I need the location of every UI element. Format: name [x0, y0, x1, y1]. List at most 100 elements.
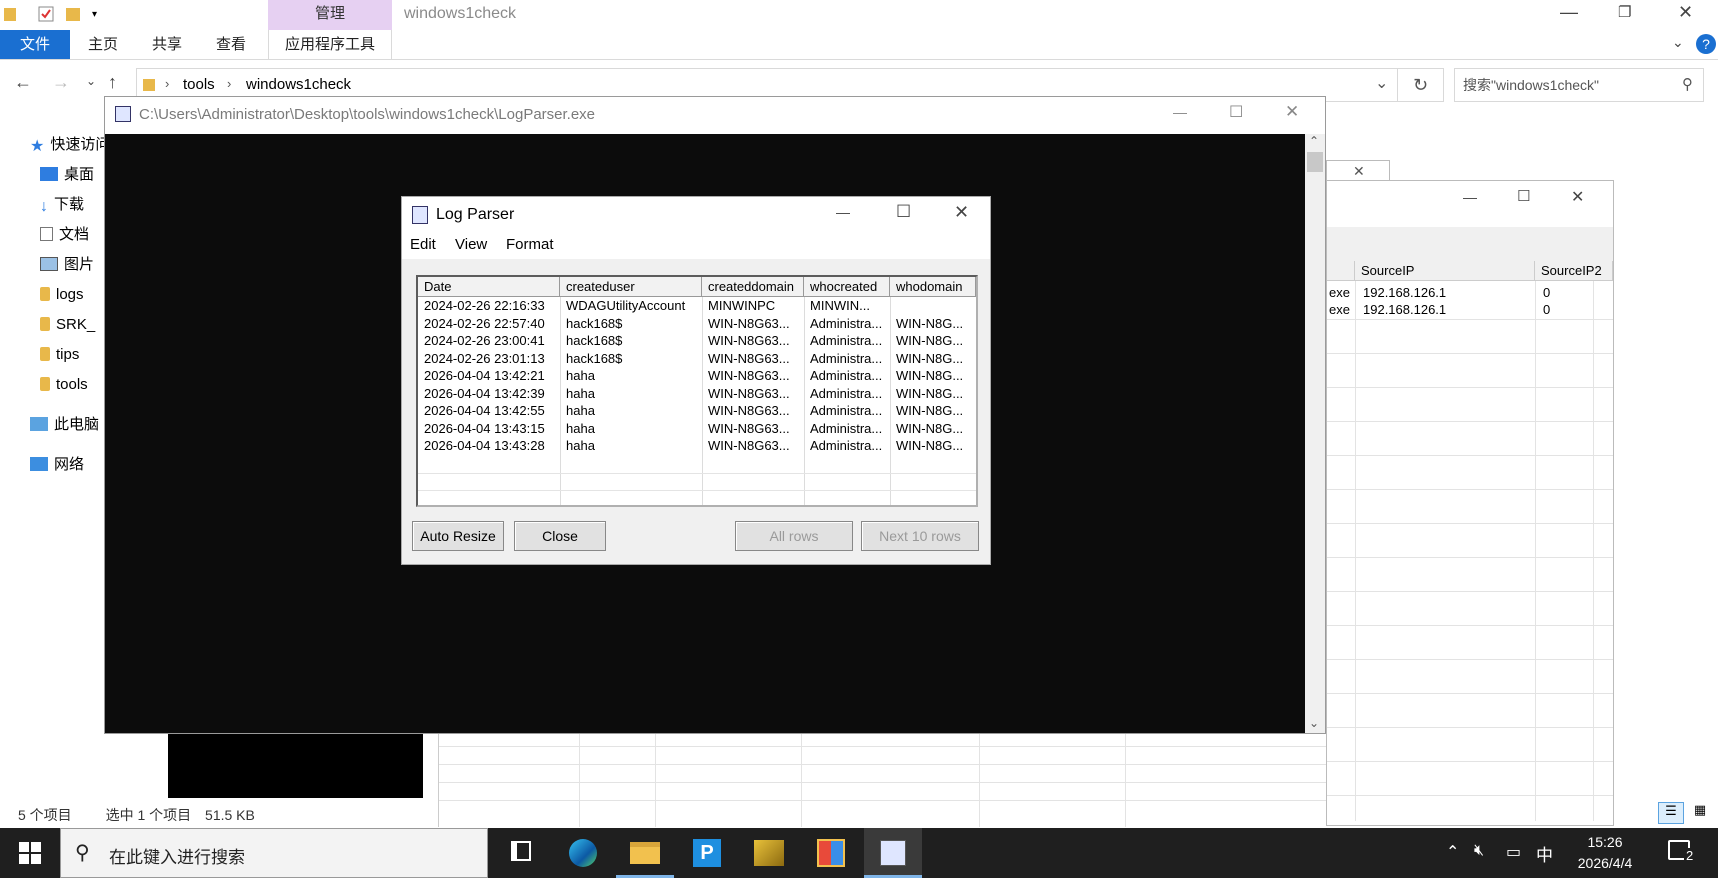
close-icon[interactable]: ✕	[1353, 163, 1365, 180]
ime-indicator[interactable]: 中	[1536, 841, 1553, 866]
minimize-icon[interactable]: —	[836, 204, 850, 220]
address-dropdown-icon[interactable]: ⌄	[1375, 73, 1388, 93]
system-clock[interactable]: 15:26 2026/4/4	[1560, 832, 1650, 874]
app-icon	[115, 106, 131, 122]
chevron-right-icon: ›	[227, 76, 232, 91]
selected-count: 选中 1 个项目	[105, 807, 192, 823]
table-row[interactable]: 2026-04-04 13:43:28 haha WIN-N8G63... Admin…	[418, 437, 976, 455]
tab-home[interactable]: 主页	[74, 30, 132, 59]
breadcrumb-current[interactable]: windows1check	[246, 76, 351, 93]
column-header[interactable]	[1327, 261, 1355, 281]
network-status-icon[interactable]: ▭	[1506, 842, 1521, 862]
taskbar-search-input[interactable]: ⚲ 在此键入进行搜索	[60, 828, 488, 878]
edge-taskbar-button[interactable]	[554, 828, 612, 878]
column-header-whocreated[interactable]: whocreated	[804, 277, 890, 297]
show-hidden-icons-icon[interactable]: ⌃	[1446, 842, 1459, 862]
restore-icon[interactable]: ❐	[1618, 3, 1631, 21]
recent-dropdown-icon[interactable]: ⌄	[86, 74, 96, 88]
help-icon[interactable]: ?	[1696, 34, 1716, 54]
close-icon[interactable]: ✕	[1571, 187, 1584, 207]
logparser-taskbar-button[interactable]	[864, 828, 922, 878]
gold-app-taskbar-button[interactable]	[740, 828, 798, 878]
chevron-right-icon: ›	[165, 76, 170, 91]
table-cell: 2026-04-04 13:42:55	[424, 403, 545, 418]
column-header-createddomain[interactable]: createddomain	[702, 277, 804, 297]
close-icon[interactable]: ✕	[1678, 2, 1693, 23]
customize-qat-icon[interactable]: ▾	[92, 9, 97, 20]
all-rows-button[interactable]: All rows	[735, 521, 853, 551]
computer-icon	[30, 417, 48, 431]
column-header-sourceip[interactable]: SourceIP	[1355, 261, 1535, 281]
menu-view[interactable]: View	[455, 236, 487, 253]
table-row[interactable]: 2024-02-26 23:00:41 hack168$ WIN-N8G63... A…	[418, 332, 976, 350]
column-header-date[interactable]: Date	[418, 277, 560, 297]
table-row[interactable]: 2024-02-26 22:16:33 WDAGUtilityAccount MIN…	[418, 297, 976, 315]
file-explorer-icon	[630, 842, 660, 864]
column-header-sourceip2[interactable]: SourceIP2	[1535, 261, 1613, 281]
details-view-icon[interactable]: ☰	[1658, 802, 1684, 824]
forward-arrow-icon[interactable]: →	[52, 72, 70, 93]
minimize-icon[interactable]: —	[1173, 104, 1187, 120]
breadcrumb-tools[interactable]: tools	[183, 76, 215, 93]
scroll-down-icon[interactable]: ⌄	[1309, 716, 1319, 730]
scroll-up-icon[interactable]: ⌃	[1309, 134, 1319, 148]
pictures-icon	[40, 257, 58, 271]
console-scrollbar[interactable]: ⌃ ⌄	[1305, 134, 1325, 733]
maximize-icon[interactable]: ☐	[1517, 187, 1530, 205]
selected-size: 51.5 KB	[205, 807, 255, 823]
folder-icon[interactable]	[4, 6, 16, 25]
tab-file[interactable]: 文件	[0, 30, 70, 59]
maximize-icon[interactable]: ☐	[896, 202, 911, 222]
close-button[interactable]: Close	[514, 521, 606, 551]
table-cell: Administra...	[810, 385, 883, 401]
menu-bar: Edit View Format	[402, 233, 990, 259]
close-icon[interactable]: ✕	[954, 202, 969, 223]
control-panel-taskbar-button[interactable]	[802, 828, 860, 878]
tab-view[interactable]: 查看	[202, 30, 260, 59]
minimize-icon[interactable]: —	[1560, 2, 1578, 23]
back-arrow-icon[interactable]: ←	[14, 72, 32, 93]
dialog-title: Log Parser	[436, 206, 515, 223]
refresh-button[interactable]: ↻	[1398, 68, 1444, 102]
file-explorer-taskbar-button[interactable]	[616, 828, 674, 878]
next-rows-button[interactable]: Next 10 rows	[861, 521, 979, 551]
task-view-button[interactable]	[492, 828, 550, 878]
table-cell: WIN-N8G...	[896, 438, 964, 453]
p-app-taskbar-button[interactable]: P	[678, 828, 736, 878]
table-row[interactable]: 2026-04-04 13:43:15 haha WIN-N8G63... Admin…	[418, 420, 976, 438]
console-title-bar[interactable]: C:\Users\Administrator\Desktop\tools\win…	[105, 97, 1325, 133]
tab-manage[interactable]: 管理	[268, 0, 392, 30]
table-row[interactable]: 2026-04-04 13:42:55 haha WIN-N8G63... Admin…	[418, 402, 976, 420]
large-icons-view-icon[interactable]: ▦	[1688, 802, 1712, 824]
scroll-thumb[interactable]	[1307, 152, 1323, 172]
log-parser-title-bar[interactable]: Log Parser — ☐ ✕	[402, 197, 990, 233]
menu-format[interactable]: Format	[506, 236, 554, 253]
auto-resize-button[interactable]: Auto Resize	[412, 521, 504, 551]
results-grid[interactable]: Date createduser createddomain whocreate…	[416, 275, 978, 507]
column-header-createduser[interactable]: createduser	[560, 277, 702, 297]
edge-icon	[569, 839, 597, 867]
row-value: 0	[1543, 285, 1551, 300]
tab-app-tools[interactable]: 应用程序工具	[268, 30, 392, 59]
table-cell: WIN-N8G...	[896, 420, 964, 436]
search-input[interactable]: 搜索"windows1check" ⚲	[1454, 68, 1704, 102]
table-cell: Administra...	[810, 333, 883, 348]
table-row[interactable]: 2026-04-04 13:42:39 haha WIN-N8G63... Admin…	[418, 385, 976, 403]
properties-icon[interactable]	[38, 6, 54, 25]
table-cell: WIN-N8G63...	[708, 438, 790, 453]
folder-icon	[40, 347, 50, 361]
tab-share[interactable]: 共享	[138, 30, 196, 59]
new-folder-icon[interactable]	[66, 6, 80, 25]
up-arrow-icon[interactable]: ↑	[108, 72, 117, 93]
column-header-whodomain[interactable]: whodomain	[890, 277, 976, 297]
table-row[interactable]: 2026-04-04 13:42:21 haha WIN-N8G63... Admin…	[418, 367, 976, 385]
start-button[interactable]	[0, 828, 60, 878]
table-row[interactable]: 2024-02-26 23:01:13 hack168$ WIN-N8G63... A…	[418, 350, 976, 368]
maximize-icon[interactable]: ☐	[1229, 102, 1243, 122]
volume-muted-icon[interactable]: 🔇︎	[1474, 842, 1484, 860]
table-row[interactable]: 2024-02-26 22:57:40 hack168$ WIN-N8G63... A…	[418, 315, 976, 333]
menu-edit[interactable]: Edit	[410, 236, 436, 253]
minimize-icon[interactable]: —	[1463, 189, 1477, 205]
chevron-down-icon[interactable]: ⌄	[1672, 34, 1684, 51]
close-icon[interactable]: ✕	[1285, 102, 1299, 122]
